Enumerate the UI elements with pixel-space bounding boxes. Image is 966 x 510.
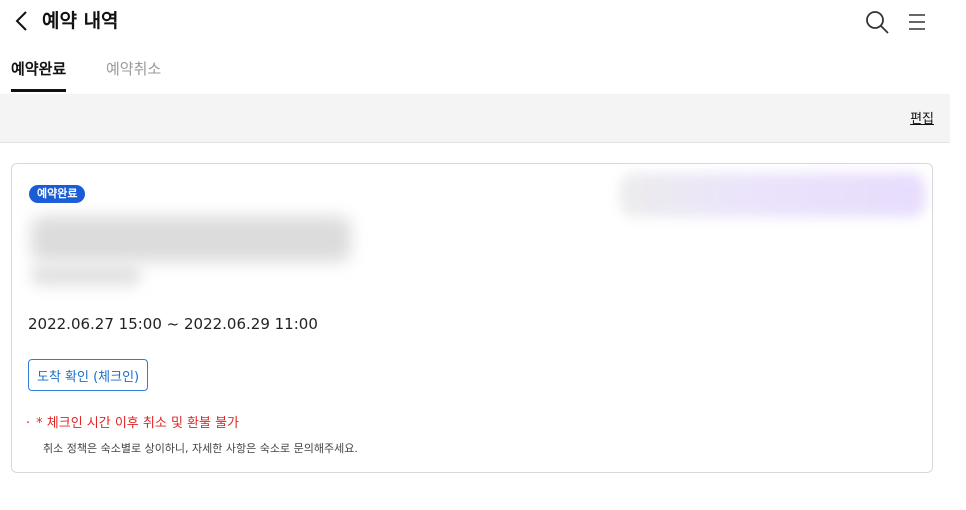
edit-bar: 편집 bbox=[0, 94, 950, 143]
tab-bar: 예약완료 예약취소 bbox=[0, 52, 966, 92]
chevron-left-icon[interactable] bbox=[12, 9, 32, 33]
blurred-hotel-name bbox=[31, 216, 351, 262]
edit-link[interactable]: 편집 bbox=[910, 108, 934, 127]
tab-reserved[interactable]: 예약완료 bbox=[11, 58, 67, 92]
bullet-icon: · bbox=[26, 416, 31, 431]
tab-cancelled[interactable]: 예약취소 bbox=[106, 58, 161, 80]
reservation-card[interactable]: 예약완료 2022.06.27 15:00 ~ 2022.06.29 11:00… bbox=[11, 163, 933, 473]
refund-notice-text: * 체크인 시간 이후 취소 및 환불 불가 bbox=[36, 416, 240, 431]
status-badge: 예약완료 bbox=[29, 185, 86, 203]
menu-icon[interactable] bbox=[908, 13, 926, 31]
refund-notice: · * 체크인 시간 이후 취소 및 환불 불가 bbox=[26, 412, 239, 431]
checkin-button[interactable]: 도착 확인 (체크인) bbox=[28, 359, 149, 391]
top-header: 예약 내역 bbox=[0, 0, 966, 44]
stay-date-range: 2022.06.27 15:00 ~ 2022.06.29 11:00 bbox=[28, 315, 318, 333]
cancel-policy-text: 취소 정책은 숙소별로 상이하니, 자세한 사항은 숙소로 문의해주세요. bbox=[43, 442, 358, 455]
page-title: 예약 내역 bbox=[42, 10, 119, 32]
blurred-thumbnail bbox=[620, 173, 925, 217]
search-icon[interactable] bbox=[864, 9, 890, 35]
blurred-room-info bbox=[31, 264, 141, 286]
